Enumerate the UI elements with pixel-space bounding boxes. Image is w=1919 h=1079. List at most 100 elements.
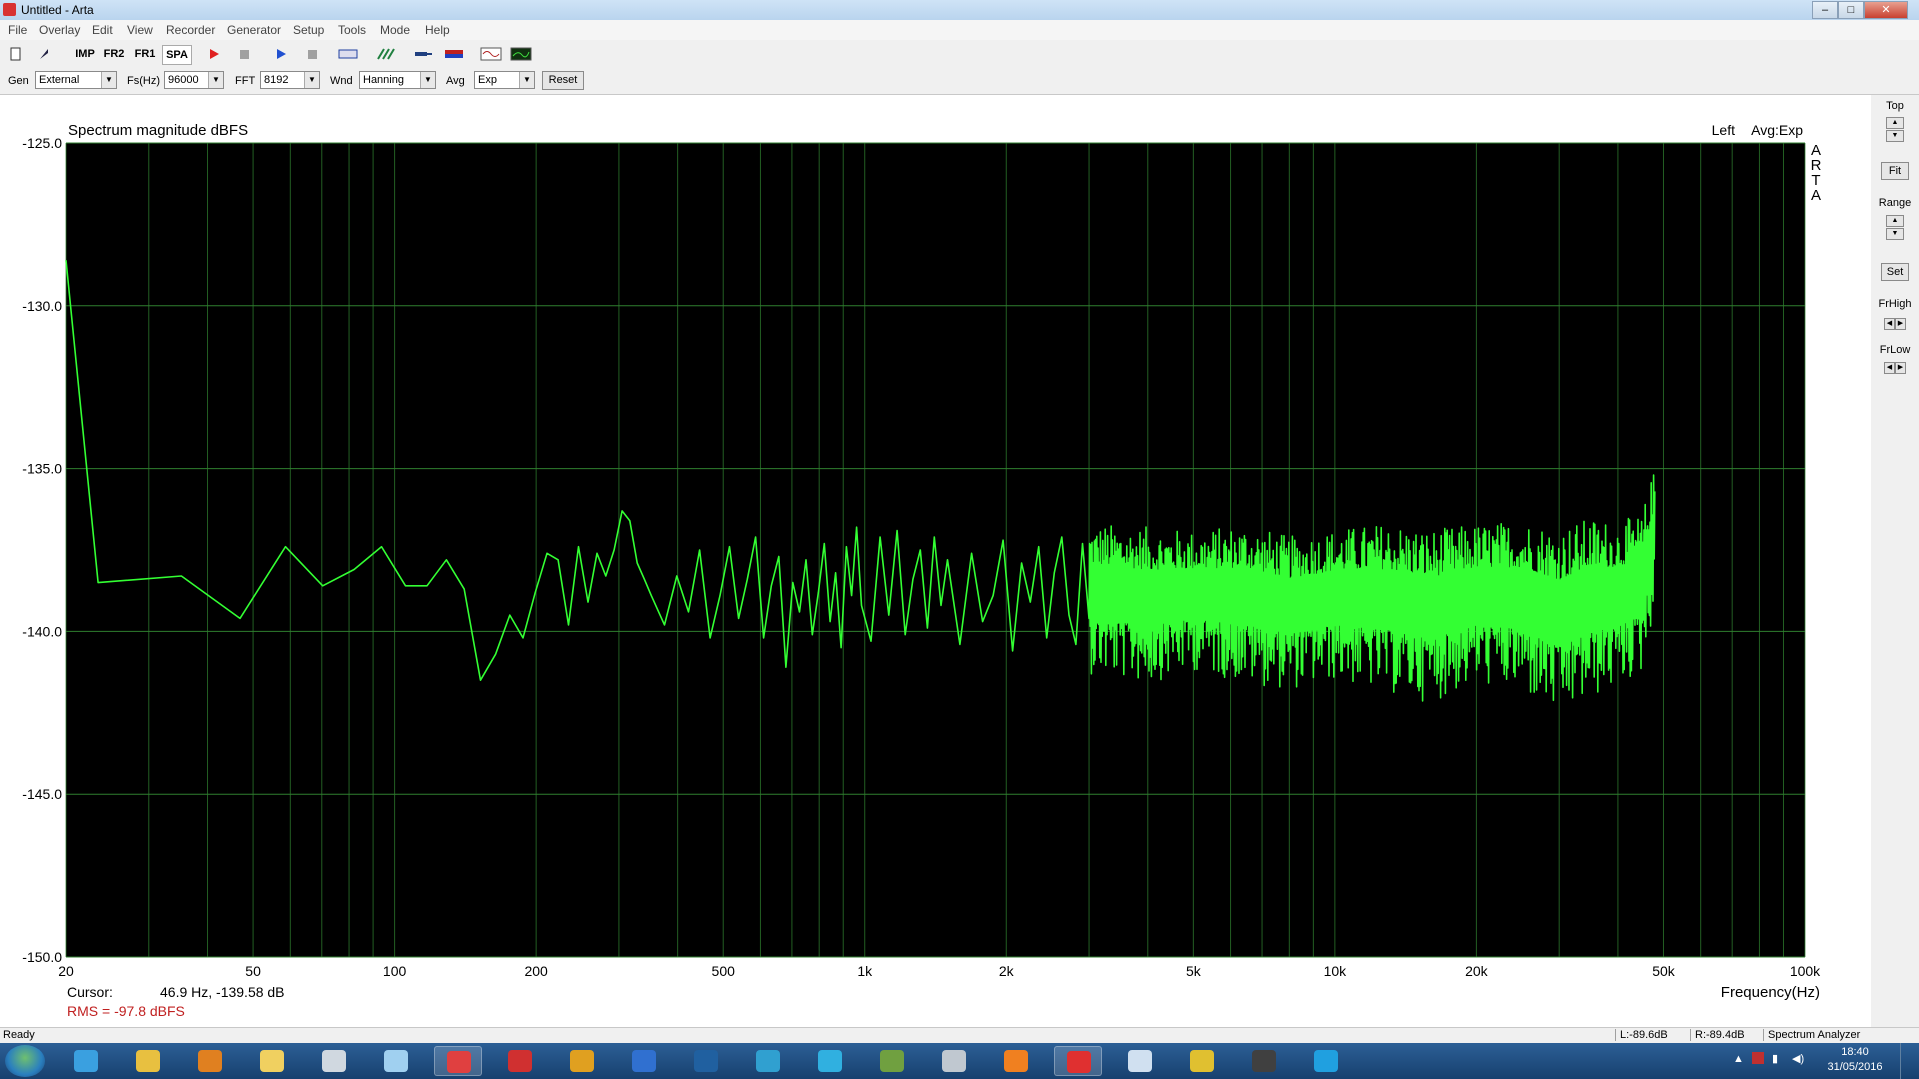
id-app-icon[interactable] — [1240, 1046, 1288, 1076]
notes-icon[interactable] — [372, 1046, 420, 1076]
frlow-left-button[interactable]: ◀ — [1884, 362, 1895, 374]
reset-button[interactable]: Reset — [542, 71, 584, 90]
menu-edit[interactable]: Edit — [92, 23, 113, 37]
menu-recorder[interactable]: Recorder — [166, 23, 215, 37]
imp-mode-icon[interactable]: IMP — [70, 45, 100, 63]
fft-select[interactable]: 8192 ▼ — [260, 71, 320, 89]
media-player-icon-glyph — [198, 1050, 222, 1072]
fr2-mode-icon[interactable]: FR2 — [100, 45, 128, 63]
vpn-icon-glyph — [570, 1050, 594, 1072]
kodi-icon[interactable] — [806, 1046, 854, 1076]
close-button[interactable]: ✕ — [1864, 1, 1908, 19]
x-tick-label: 20k — [1465, 963, 1489, 979]
stop-icon[interactable] — [233, 45, 255, 63]
top-label: Top — [1886, 100, 1904, 112]
new-icon[interactable] — [5, 45, 27, 63]
snipping-tool-icon[interactable] — [434, 1046, 482, 1076]
folder-icon[interactable] — [248, 1046, 296, 1076]
waveform-icon[interactable] — [480, 45, 502, 63]
top-up-button[interactable]: ▲ — [1886, 117, 1904, 129]
ccleaner-icon[interactable] — [1054, 1046, 1102, 1076]
range-up-button[interactable]: ▲ — [1886, 215, 1904, 227]
cursor-readout: 46.9 Hz, -139.58 dB — [160, 984, 285, 1000]
stop2-icon[interactable] — [301, 45, 323, 63]
probe-icon[interactable] — [412, 45, 434, 63]
avg-select[interactable]: Exp ▼ — [474, 71, 535, 89]
minimize-button[interactable]: – — [1812, 1, 1838, 19]
flag-tray-icon[interactable] — [1752, 1052, 1764, 1064]
maximize-button[interactable]: □ — [1838, 1, 1864, 19]
y-tick-label: -135.0 — [22, 461, 62, 477]
set-button[interactable]: Set — [1881, 263, 1909, 281]
chevron-down-icon: ▼ — [420, 72, 435, 88]
menu-generator[interactable]: Generator — [227, 23, 281, 37]
google-earth-icon[interactable] — [620, 1046, 668, 1076]
pdf-reader-icon[interactable] — [496, 1046, 544, 1076]
parameters-bar: Gen External ▼ Fs(Hz) 96000 ▼ FFT 8192 ▼ Wn… — [0, 68, 1919, 95]
start-button[interactable] — [5, 1045, 45, 1077]
menu-file[interactable]: File — [8, 23, 27, 37]
open-icon[interactable] — [33, 45, 55, 63]
frlow-label: FrLow — [1879, 344, 1911, 356]
clock-time[interactable]: 18:40 — [1820, 1046, 1890, 1058]
window-select[interactable]: Hanning ▼ — [359, 71, 436, 89]
search-app-icon-glyph — [756, 1050, 780, 1072]
network-icon[interactable]: ▮ — [1772, 1052, 1778, 1065]
x-tick-label: 500 — [712, 963, 736, 979]
spectrum-icon[interactable] — [510, 45, 532, 63]
document-icon[interactable] — [930, 1046, 978, 1076]
grid-icon[interactable] — [375, 45, 397, 63]
internet-explorer-icon[interactable] — [62, 1046, 110, 1076]
spectrum-chart[interactable]: 20 50 100 200 500 1k 2k 5k 10k 20k 50k 100k -125.0 -1… — [0, 95, 1871, 1027]
toolbar: IMP FR2 FR1 SPA — [0, 40, 1919, 69]
play-icon[interactable] — [270, 45, 292, 63]
pdf-reader-icon-glyph — [508, 1050, 532, 1072]
vpn-icon[interactable] — [558, 1046, 606, 1076]
volume-icon[interactable]: ◀) — [1792, 1052, 1804, 1065]
range-down-button[interactable]: ▼ — [1886, 228, 1904, 240]
fs-select-value: 96000 — [168, 74, 199, 86]
frhigh-right-button[interactable]: ▶ — [1895, 318, 1906, 330]
search-app-icon[interactable] — [744, 1046, 792, 1076]
y-tick-label: -125.0 — [22, 135, 62, 151]
gen-select[interactable]: External ▼ — [35, 71, 117, 89]
menu-overlay[interactable]: Overlay — [39, 23, 80, 37]
messenger-icon[interactable] — [1116, 1046, 1164, 1076]
menu-view[interactable]: View — [127, 23, 153, 37]
show-desktop-button[interactable] — [1900, 1043, 1919, 1079]
status-mode: Spectrum Analyzer — [1763, 1029, 1860, 1041]
menu-setup[interactable]: Setup — [293, 23, 324, 37]
right-control-panel: Top ▲ ▼ Fit Range ▲ ▼ Set FrHigh ◀ ▶ FrL… — [1871, 95, 1919, 1027]
fit-button[interactable]: Fit — [1881, 162, 1909, 180]
y-tick-label: -145.0 — [22, 786, 62, 802]
flag-icon[interactable] — [443, 45, 465, 63]
chevron-down-icon: ▼ — [519, 72, 534, 88]
spreadsheet-icon-glyph — [880, 1050, 904, 1072]
frlow-right-button[interactable]: ▶ — [1895, 362, 1906, 374]
tray-arrow-icon[interactable]: ▲ — [1733, 1053, 1744, 1065]
cursor-label: Cursor: — [67, 984, 113, 1000]
frhigh-left-button[interactable]: ◀ — [1884, 318, 1895, 330]
media-player-icon[interactable] — [186, 1046, 234, 1076]
audio-app-icon[interactable] — [682, 1046, 730, 1076]
vlc-icon[interactable] — [992, 1046, 1040, 1076]
menu-mode[interactable]: Mode — [380, 23, 410, 37]
spa-mode-icon[interactable]: SPA — [162, 45, 192, 65]
spreadsheet-icon[interactable] — [868, 1046, 916, 1076]
clock-date[interactable]: 31/05/2016 — [1820, 1061, 1890, 1073]
fr1-mode-icon[interactable]: FR1 — [131, 45, 159, 63]
calculator-icon[interactable] — [310, 1046, 358, 1076]
fs-select[interactable]: 96000 ▼ — [164, 71, 224, 89]
chevron-down-icon: ▼ — [208, 72, 223, 88]
file-explorer-icon[interactable] — [124, 1046, 172, 1076]
google-earth-icon-glyph — [632, 1050, 656, 1072]
skype-icon[interactable] — [1302, 1046, 1350, 1076]
status-ready: Ready — [3, 1029, 35, 1041]
top-down-button[interactable]: ▼ — [1886, 130, 1904, 142]
rec-file-icon[interactable] — [337, 45, 359, 63]
menu-help[interactable]: Help — [425, 23, 450, 37]
menu-tools[interactable]: Tools — [338, 23, 366, 37]
chrome-icon[interactable] — [1178, 1046, 1226, 1076]
record-icon[interactable] — [203, 45, 225, 63]
windows-taskbar: ▲ ▮ ◀) 18:40 31/05/2016 — [0, 1043, 1919, 1079]
